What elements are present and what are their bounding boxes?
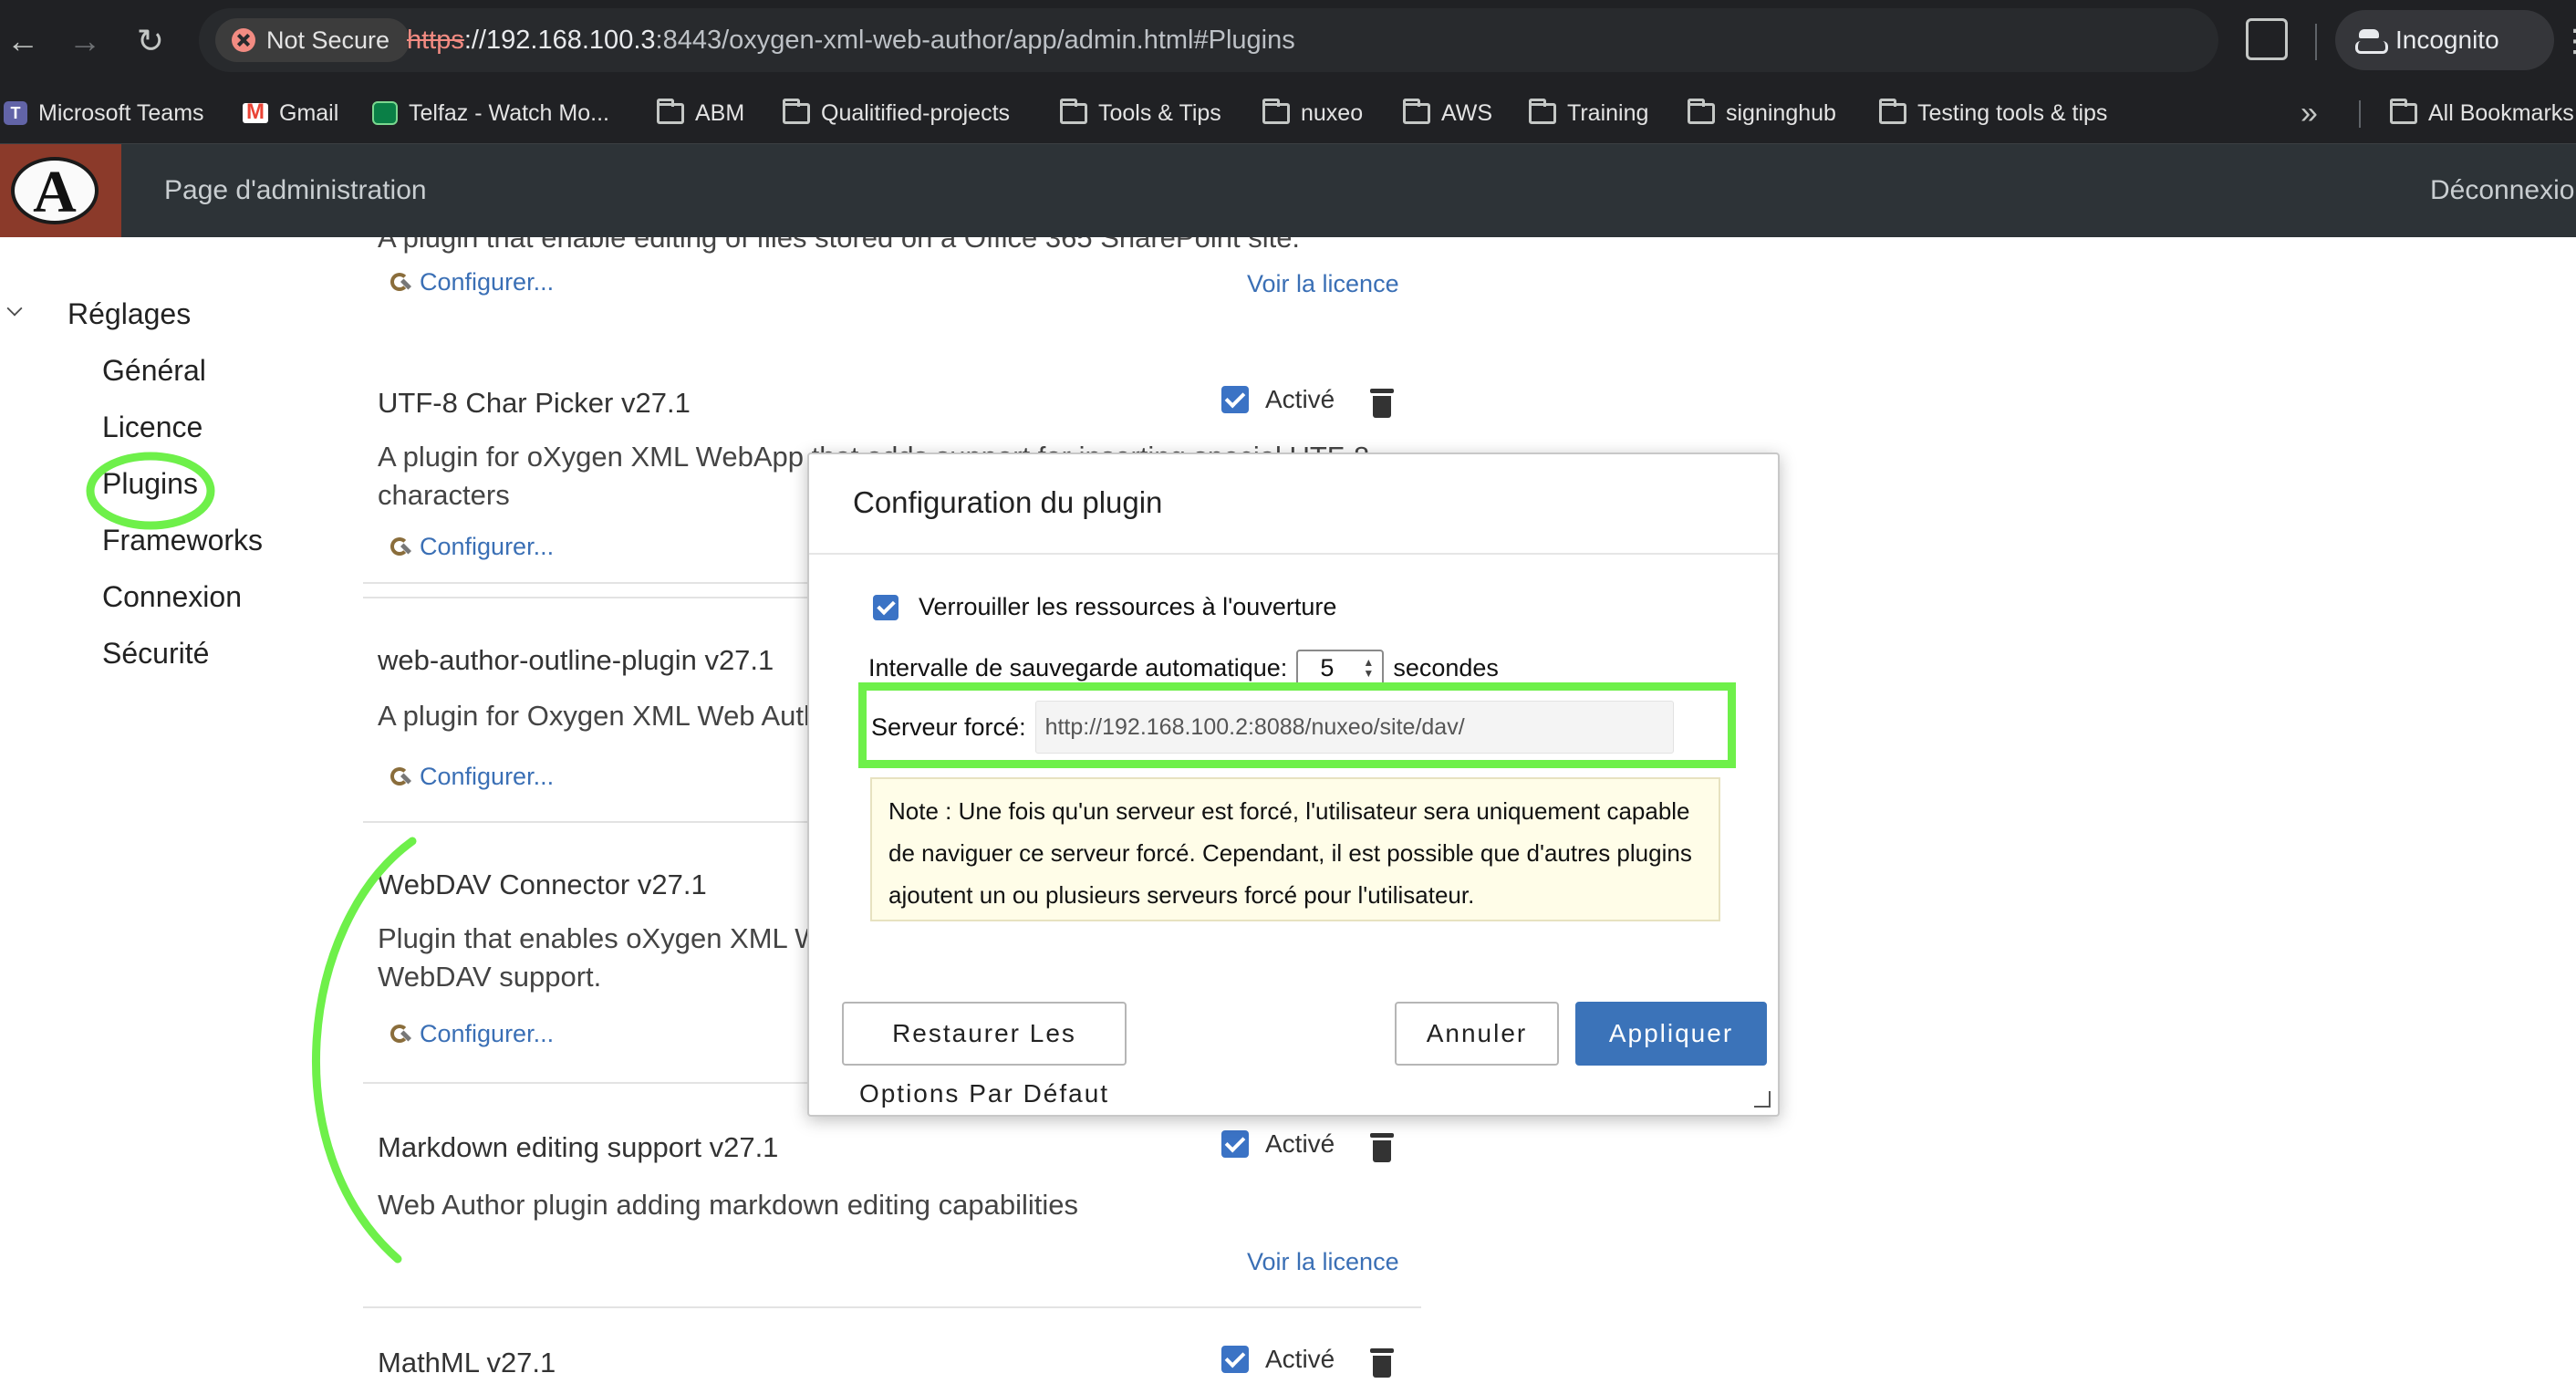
annotation-circle-plugins [86,452,215,530]
gmail-icon [243,99,268,125]
extensions-icon[interactable] [2246,18,2288,60]
bookmark-aws[interactable]: AWS [1403,82,1492,144]
bookmark-label: Gmail [279,99,339,126]
all-bookmarks-label: All Bookmarks [2428,99,2574,126]
security-chip[interactable]: Not Secure [215,18,410,62]
bookmark-label: Testing tools & tips [1917,99,2108,126]
folder-icon [1060,98,1087,124]
app-logo[interactable]: A [0,144,121,237]
folder-icon [657,98,684,124]
bookmark-label: Qualitified-projects [821,99,1011,126]
oxygen-logo-icon: A [11,157,99,224]
folder-icon [1403,98,1430,124]
toolbar-divider [2315,24,2317,60]
security-label: Not Secure [266,26,390,54]
bookmark-signinghub[interactable]: signinghub [1688,82,1836,144]
bookmarks-bar: T Microsoft Teams Gmail Telfaz - Watch M… [0,82,2576,144]
url-protocol: https [407,26,464,55]
bookmark-training[interactable]: Training [1529,82,1648,144]
bookmark-label: nuxeo [1301,99,1364,126]
folder-icon [1262,98,1290,124]
all-bookmarks[interactable]: All Bookmarks [2390,82,2574,144]
bookmark-microsoft-teams[interactable]: T Microsoft Teams [4,82,204,144]
bookmark-testing-tools[interactable]: Testing tools & tips [1879,82,2107,144]
bookmark-telfaz[interactable]: Telfaz - Watch Mo... [372,82,609,144]
not-secure-icon [232,28,255,52]
url-text[interactable]: https://192.168.100.3:8443/oxygen-xml-we… [407,8,1295,72]
bookmark-label: Tools & Tips [1098,99,1221,126]
folder-icon [1879,98,1906,124]
reload-icon[interactable]: ↻ [130,20,171,62]
bookmark-label: AWS [1441,99,1493,126]
teams-icon: T [4,101,27,125]
bookmark-qualitified-projects[interactable]: Qualitified-projects [783,82,1010,144]
incognito-badge[interactable]: Incognito [2335,10,2554,70]
bookmark-tools-tips[interactable]: Tools & Tips [1060,82,1221,144]
browser-menu-icon[interactable]: ⋮ [2560,20,2576,62]
bookmark-abm[interactable]: ABM [657,82,744,144]
annotation-marks [86,452,417,1264]
url-host: ://192.168.100.3 [463,26,656,55]
incognito-label: Incognito [2395,26,2499,54]
bookmark-gmail[interactable]: Gmail [243,82,338,144]
bookmark-label: Telfaz - Watch Mo... [409,99,609,126]
folder-icon [2390,98,2417,124]
browser-toolbar: ← → ↻ Not Secure https://192.168.100.3:8… [0,0,2576,82]
url-path: :8443/oxygen-xml-web-author/app/admin.ht… [655,26,1295,55]
folder-icon [1688,98,1715,124]
address-bar[interactable]: Not Secure https://192.168.100.3:8443/ox… [199,8,2387,72]
bookmark-label: Training [1567,99,1649,126]
telfaz-icon [372,101,398,125]
bookmarks-divider [2359,100,2361,128]
bookmark-label: ABM [695,99,745,126]
annotation-arc-webdav [312,837,417,1264]
main-content: Réglages Général Licence Plugins Framewo… [0,237,2576,1394]
bookmark-label: signinghub [1726,99,1836,126]
incognito-icon [2355,29,2388,54]
more-bookmarks-chevron-icon[interactable]: » [2301,82,2318,144]
folder-icon [783,98,810,124]
logout-link[interactable]: Déconnexion [2430,144,2576,237]
page-title: Page d'administration [164,175,427,205]
bookmark-nuxeo[interactable]: nuxeo [1262,82,1363,144]
app-header: A Page d'administration Déconnexion [0,144,2576,237]
folder-icon [1529,98,1556,124]
back-arrow-icon[interactable]: ← [2,20,44,62]
forward-arrow-icon[interactable]: → [64,20,106,62]
bookmark-label: Microsoft Teams [38,99,204,126]
